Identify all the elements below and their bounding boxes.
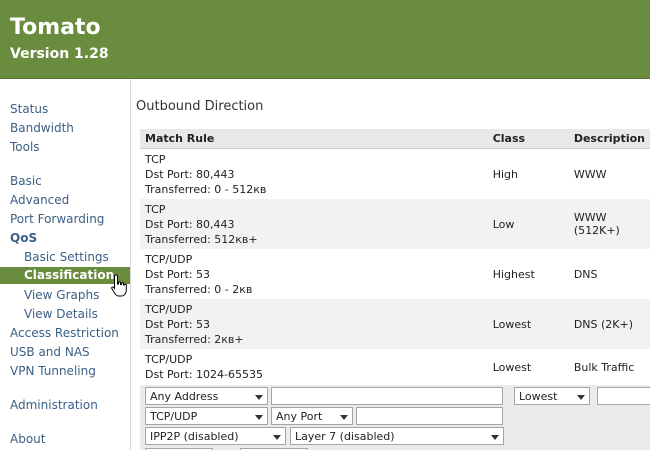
rule-port: Dst Port: 53 <box>145 267 211 281</box>
section-title: Outbound Direction <box>136 99 264 114</box>
table-row[interactable]: TCP Dst Port: 80,443 Transferred: 0 - 51… <box>140 149 650 200</box>
description-cell: DNS (2K+) <box>568 299 650 349</box>
chevron-down-icon <box>255 395 263 400</box>
sidebar-item-bandwidth[interactable]: Bandwidth <box>10 120 74 136</box>
sidebar-item-basic[interactable]: Basic <box>10 173 42 189</box>
sidebar-item-advanced[interactable]: Advanced <box>10 192 69 208</box>
protocol-select[interactable]: TCP/UDP <box>145 407 268 425</box>
class-cell: Highest <box>492 267 535 281</box>
rule-transferred: Transferred: 0 - 512кв <box>145 182 267 196</box>
rule-protocol: TCP <box>145 152 166 166</box>
table-row[interactable]: TCP/UDP Dst Port: 53 Transferred: 2кв+ L… <box>140 299 650 349</box>
table-row[interactable]: TCP/UDP Dst Port: 53 Transferred: 0 - 2к… <box>140 249 650 299</box>
port-select[interactable]: Any Port <box>271 407 353 425</box>
rule-protocol: TCP/UDP <box>145 302 193 316</box>
classification-table: Match Rule Class Description TCP Dst Por… <box>140 129 650 385</box>
sidebar-item-access-restriction[interactable]: Access Restriction <box>10 325 119 341</box>
protocol-select-value: TCP/UDP <box>150 410 198 423</box>
rule-protocol: TCP/UDP <box>145 252 193 266</box>
column-header-class[interactable]: Class <box>487 129 569 149</box>
address-select-value: Any Address <box>150 390 219 403</box>
column-header-description[interactable]: Description <box>568 129 650 149</box>
table-row[interactable]: TCP/UDP Dst Port: 1024-65535 Lowest Bulk… <box>140 349 650 385</box>
rule-port: Dst Port: 80,443 <box>145 167 235 181</box>
rule-transferred: Transferred: 512кв+ <box>145 232 258 246</box>
description-cell: WWW (512K+) <box>568 199 650 249</box>
address-select[interactable]: Any Address <box>145 387 268 405</box>
ipp2p-select-value: IPP2P (disabled) <box>150 430 239 443</box>
port-input[interactable] <box>356 407 503 425</box>
sidebar-item-usb-and-nas[interactable]: USB and NAS <box>10 344 90 360</box>
class-cell: Lowest <box>487 299 569 349</box>
app-title: Tomato <box>10 15 101 40</box>
match-rule-cell: TCP Dst Port: 80,443 Transferred: 512кв+ <box>140 199 488 249</box>
chevron-down-icon <box>491 435 499 440</box>
hand-cursor-icon <box>111 274 127 297</box>
rule-protocol: TCP <box>145 202 166 216</box>
port-select-value: Any Port <box>276 410 323 423</box>
match-rule-cell: TCP Dst Port: 80,443 Transferred: 0 - 51… <box>140 149 488 200</box>
sidebar: Status Bandwidth Tools Basic Advanced Po… <box>0 79 131 450</box>
chevron-down-icon <box>577 395 585 400</box>
match-rule-cell: TCP/UDP Dst Port: 53 Transferred: 0 - 2к… <box>140 249 488 299</box>
app-header: Tomato Version 1.28 <box>0 0 650 79</box>
class-select[interactable]: Lowest <box>514 387 590 405</box>
match-rule-cell: TCP/UDP Dst Port: 53 Transferred: 2кв+ <box>140 299 488 349</box>
rule-transferred: Transferred: 0 - 2кв <box>145 282 253 296</box>
rule-transferred: Transferred: 2кв+ <box>145 332 244 346</box>
chevron-down-icon <box>255 415 263 420</box>
layer7-select-value: Layer 7 (disabled) <box>295 430 395 443</box>
rule-port: Dst Port: 1024-65535 <box>145 368 263 381</box>
class-cell: Low <box>487 199 569 249</box>
ipp2p-select[interactable]: IPP2P (disabled) <box>145 427 286 445</box>
sidebar-item-qos[interactable]: QoS <box>10 230 37 246</box>
main-content: Outbound Direction Match Rule Class Desc… <box>131 79 650 450</box>
rule-port: Dst Port: 53 <box>145 317 211 331</box>
sidebar-item-view-details[interactable]: View Details <box>24 306 98 322</box>
sidebar-item-view-graphs[interactable]: View Graphs <box>24 287 99 303</box>
layer7-select[interactable]: Layer 7 (disabled) <box>290 427 504 445</box>
class-select-value: Lowest <box>519 390 558 403</box>
column-header-match-rule[interactable]: Match Rule <box>140 129 488 149</box>
description-cell: Bulk Traffic <box>573 360 635 374</box>
description-cell: DNS <box>573 267 598 281</box>
match-rule-cell: TCP/UDP Dst Port: 1024-65535 <box>140 349 488 385</box>
sidebar-item-status[interactable]: Status <box>10 101 48 117</box>
description-cell: WWW <box>573 167 607 181</box>
chevron-down-icon <box>273 435 281 440</box>
app-version: Version 1.28 <box>10 46 109 62</box>
table-row[interactable]: TCP Dst Port: 80,443 Transferred: 512кв+… <box>140 199 650 249</box>
rule-protocol: TCP/UDP <box>145 353 193 366</box>
sidebar-item-port-forwarding[interactable]: Port Forwarding <box>10 211 104 227</box>
add-rule-form: Any Address TCP/UDP Any Port IPP2P (disa… <box>140 385 650 450</box>
sidebar-item-administration[interactable]: Administration <box>10 397 98 413</box>
sidebar-item-tools[interactable]: Tools <box>10 139 40 155</box>
chevron-down-icon <box>340 415 348 420</box>
address-input[interactable] <box>271 387 503 405</box>
sidebar-item-vpn-tunneling[interactable]: VPN Tunneling <box>10 363 96 379</box>
sidebar-item-about[interactable]: About <box>10 431 45 447</box>
table-header-row: Match Rule Class Description <box>140 129 650 149</box>
class-cell: High <box>492 167 518 181</box>
rule-port: Dst Port: 80,443 <box>145 217 235 231</box>
class-cell: Lowest <box>492 360 532 374</box>
description-input[interactable] <box>597 387 650 405</box>
sidebar-item-basic-settings[interactable]: Basic Settings <box>24 249 109 265</box>
